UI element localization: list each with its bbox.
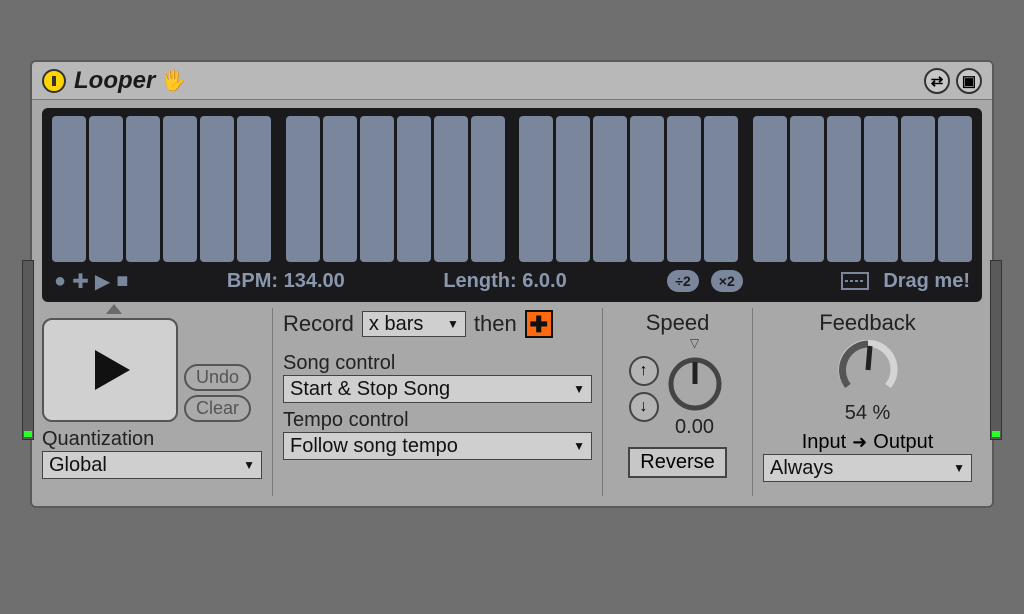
length-readout: Length: 6.0.0 <box>443 270 566 293</box>
bpm-readout: BPM: 134.00 <box>227 270 345 293</box>
bar-group <box>286 116 506 262</box>
loop-bar <box>360 116 394 262</box>
chevron-down-icon: ▼ <box>953 461 965 475</box>
clear-button[interactable]: Clear <box>184 395 251 422</box>
io-value: Always <box>770 457 833 480</box>
record-icon[interactable]: ● <box>54 270 66 293</box>
then-label: then <box>474 311 517 337</box>
loop-bar <box>434 116 468 262</box>
stop-icon[interactable]: ■ <box>116 270 128 293</box>
quantization-value: Global <box>49 454 107 477</box>
arrow-right-icon: ➜ <box>852 432 867 453</box>
loop-bar <box>864 116 898 262</box>
loop-bar <box>753 116 787 262</box>
speed-pointer-icon: ▽ <box>663 336 727 350</box>
waveform-icon <box>841 272 869 290</box>
loop-bar <box>52 116 86 262</box>
loop-bar <box>790 116 824 262</box>
loop-bar <box>126 116 160 262</box>
tempo-control-value: Follow song tempo <box>290 435 458 458</box>
feedback-label: Feedback <box>819 310 916 336</box>
feedback-value: 54 % <box>845 402 891 425</box>
record-mode-select[interactable]: x bars ▼ <box>362 311 466 337</box>
halve-length-button[interactable]: ÷2 <box>667 270 698 292</box>
song-control-select[interactable]: Start & Stop Song ▼ <box>283 375 592 403</box>
speed-nudge-down[interactable]: ↓ <box>629 392 659 422</box>
input-label: Input <box>802 431 846 454</box>
quantization-select[interactable]: Global ▼ <box>42 451 262 479</box>
loop-bar <box>397 116 431 262</box>
loop-bar <box>938 116 972 262</box>
bar-group <box>519 116 739 262</box>
loop-bar <box>89 116 123 262</box>
loop-bar <box>593 116 627 262</box>
input-level-meter <box>22 260 34 440</box>
then-overdub-button[interactable]: ✚ <box>525 310 553 338</box>
loop-bar <box>200 116 234 262</box>
save-preset-icon[interactable]: ▣ <box>956 68 982 94</box>
speed-value: 0.00 <box>663 416 727 439</box>
play-icon[interactable]: ▶ <box>95 269 110 294</box>
loop-bar <box>163 116 197 262</box>
play-triangle-icon <box>85 345 135 395</box>
output-label: Output <box>873 431 933 454</box>
loop-bar <box>901 116 935 262</box>
chevron-down-icon: ▼ <box>243 458 255 472</box>
loop-bar <box>323 116 357 262</box>
big-transport-button[interactable] <box>42 318 178 422</box>
feedback-knob[interactable] <box>836 336 900 400</box>
tempo-control-select[interactable]: Follow song tempo ▼ <box>283 432 592 460</box>
speed-label: Speed <box>646 310 710 336</box>
state-marker-icon <box>106 304 122 314</box>
record-label: Record <box>283 311 354 337</box>
device-title: Looper <box>74 67 155 95</box>
device-power-button[interactable] <box>42 69 66 93</box>
hand-icon: 🖐 <box>161 68 186 93</box>
loop-bar <box>237 116 271 262</box>
song-control-label: Song control <box>283 352 592 375</box>
speed-knob[interactable] <box>663 350 727 414</box>
loop-bar <box>286 116 320 262</box>
looper-device: Looper 🖐 ⇄ ▣ ● ✚ ▶ ■ BPM: 134.00 Length:… <box>30 60 994 508</box>
loop-bar <box>667 116 701 262</box>
hot-swap-icon[interactable]: ⇄ <box>924 68 950 94</box>
input-output-select[interactable]: Always ▼ <box>763 454 972 482</box>
loop-bar <box>556 116 590 262</box>
loop-bar <box>519 116 553 262</box>
drag-me-label[interactable]: Drag me! <box>883 270 970 293</box>
loop-bar <box>704 116 738 262</box>
loop-bar <box>827 116 861 262</box>
undo-button[interactable]: Undo <box>184 364 251 391</box>
overdub-icon[interactable]: ✚ <box>72 269 89 294</box>
bar-group <box>753 116 973 262</box>
loop-display: ● ✚ ▶ ■ BPM: 134.00 Length: 6.0.0 ÷2 ×2 … <box>42 108 982 302</box>
quantization-label: Quantization <box>42 428 262 451</box>
song-control-value: Start & Stop Song <box>290 378 450 401</box>
chevron-down-icon: ▼ <box>447 317 459 331</box>
title-bar: Looper 🖐 ⇄ ▣ <box>32 62 992 100</box>
chevron-down-icon: ▼ <box>573 439 585 453</box>
bar-group <box>52 116 272 262</box>
chevron-down-icon: ▼ <box>573 382 585 396</box>
reverse-button[interactable]: Reverse <box>628 447 726 478</box>
loop-bar <box>630 116 664 262</box>
output-level-meter <box>990 260 1002 440</box>
tempo-control-label: Tempo control <box>283 409 592 432</box>
double-length-button[interactable]: ×2 <box>711 270 743 292</box>
record-mode-value: x bars <box>369 313 423 336</box>
loop-bar <box>471 116 505 262</box>
speed-nudge-up[interactable]: ↑ <box>629 356 659 386</box>
